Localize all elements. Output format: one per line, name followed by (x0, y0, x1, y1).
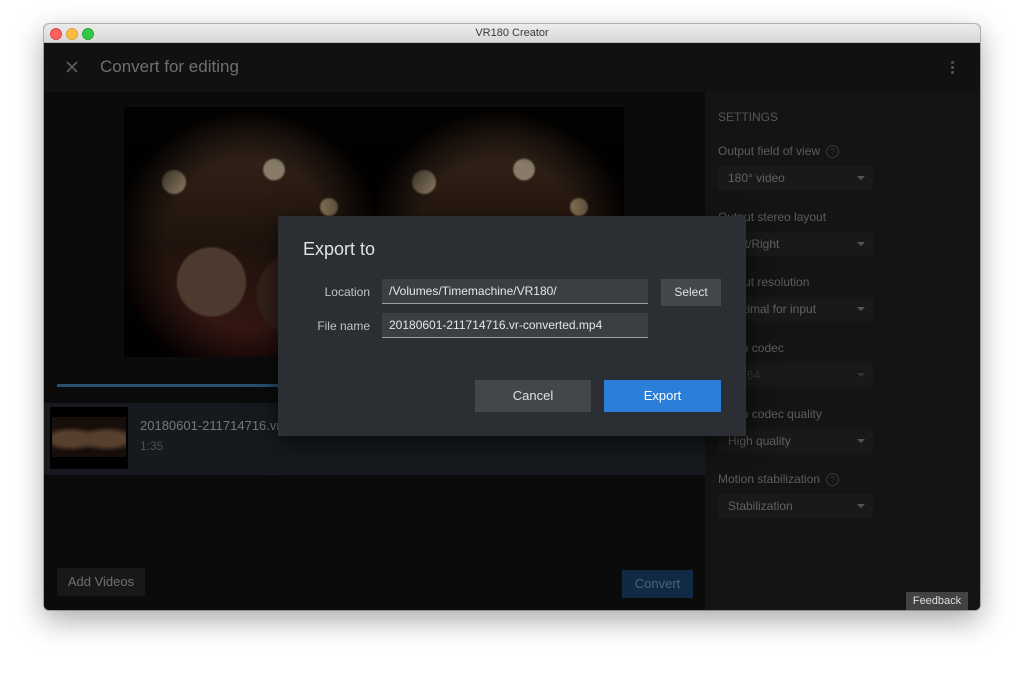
select-location-button[interactable]: Select (661, 279, 721, 306)
dialog-title: Export to (303, 239, 376, 259)
filename-label: File name (317, 319, 370, 333)
location-label: Location (324, 285, 370, 299)
export-dialog: Export to Location /Volumes/Timemachine/… (278, 216, 746, 436)
export-button[interactable]: Export (604, 380, 721, 412)
title-bar: VR180 Creator (44, 24, 980, 43)
feedback-button[interactable]: Feedback (906, 592, 968, 610)
cancel-button[interactable]: Cancel (475, 380, 591, 412)
window-title: VR180 Creator (475, 27, 549, 39)
filename-field[interactable]: 20180601-211714716.vr-converted.mp4 (382, 313, 648, 338)
app-window: VR180 Creator Convert for editing 201806… (44, 24, 980, 610)
location-field[interactable]: /Volumes/Timemachine/VR180/ (382, 279, 648, 304)
